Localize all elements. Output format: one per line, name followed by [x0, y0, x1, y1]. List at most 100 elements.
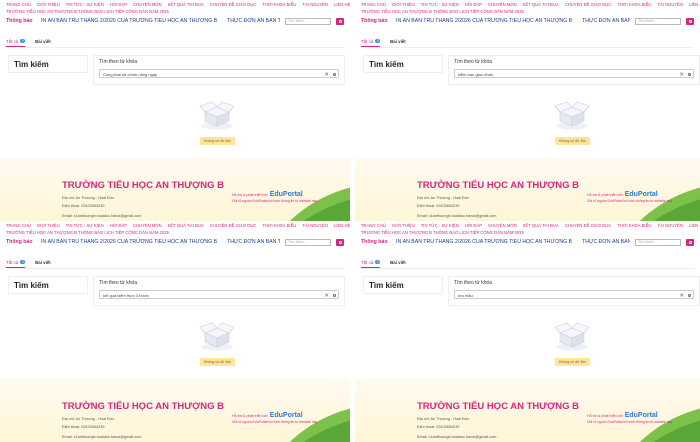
nav-link[interactable]: LIÊN HỆ: [334, 223, 350, 228]
keyword-label: Tìm theo từ khóa: [99, 280, 138, 286]
nav-news-link[interactable]: TRƯỜNG TIỂU HỌC AN THƯỢNG B THÔNG BÁO LỊ…: [361, 9, 524, 14]
tab-all[interactable]: Tất cả 0: [361, 257, 381, 268]
nav-link[interactable]: GIỚI THIỆU: [37, 223, 60, 228]
footer-address: Địa chỉ: An Thượng - Hoài Đức: [417, 196, 470, 200]
site-search-button[interactable]: [686, 238, 694, 246]
nav-link[interactable]: LIÊN HỆ: [689, 223, 700, 228]
search-icon[interactable]: [687, 72, 691, 76]
eduportal-logo[interactable]: EduPortal: [270, 191, 303, 198]
keyword-value: Công khai tài chính năng ngày: [103, 72, 158, 77]
site-search-input[interactable]: Tìm kiếm...: [285, 17, 331, 25]
site-search-input[interactable]: Tìm kiếm...: [635, 238, 681, 246]
search-icon[interactable]: [332, 293, 336, 297]
eduportal-logo[interactable]: EduPortal: [625, 412, 658, 419]
nav-link[interactable]: CHUYÊN MÔN: [488, 223, 517, 228]
announcement-item[interactable]: THỰC ĐƠN ĂN BÁN TRÚ THÁNG 1/2026 CỦA TRƯ: [227, 239, 280, 245]
keyword-input[interactable]: kiểm bàn giao nhận ✕: [454, 69, 694, 78]
nav-link[interactable]: TIN TỨC - SỰ KIỆN: [66, 2, 104, 7]
empty-box-illustration: [199, 322, 235, 351]
announcement-item[interactable]: THỰC ĐƠN ĂN BÁN TRÚ THÁNG 1/2026 CỦA TRƯ: [582, 239, 630, 245]
nav-link[interactable]: THỜI KHÓA BIỂU: [262, 2, 296, 7]
nav-link[interactable]: CHUYÊN ĐỀ GIÁO DỤC: [210, 223, 257, 228]
nav-link[interactable]: TÀI NGUYÊN: [302, 2, 328, 7]
search-heading: Tìm kiếm: [14, 60, 49, 69]
keyword-value: kiểm bàn giao nhận: [458, 72, 493, 77]
nav-link[interactable]: HỎI ĐÁP: [110, 2, 127, 7]
nav-link[interactable]: GIỚI THIỆU: [392, 223, 415, 228]
keyword-input[interactable]: lưu mẫu ✕: [454, 290, 694, 299]
clear-icon[interactable]: ✕: [324, 292, 329, 300]
nav-link[interactable]: CHUYÊN ĐỀ GIÁO DỤC: [210, 2, 257, 7]
screenshot-grid: TRANG CHỦ GIỚI THIỆU TIN TỨC - SỰ KIỆN HỎI …: [0, 0, 700, 442]
keyword-input[interactable]: Công khai tài chính năng ngày ✕: [99, 69, 339, 78]
nav-news-link[interactable]: TRƯỜNG TIỂU HỌC AN THƯỢNG B THÔNG BÁO LỊ…: [361, 230, 524, 235]
nav-link[interactable]: TÀI NGUYÊN: [657, 223, 683, 228]
announcement-item[interactable]: ÌN ĂN BÁN TRÚ THÁNG 2/2026 CỦA TRƯỜNG TI…: [41, 18, 217, 24]
site-search-input[interactable]: Tìm kiếm...: [285, 238, 331, 246]
tab-all[interactable]: Tất cả 0: [6, 36, 26, 47]
nav-link[interactable]: TRANG CHỦ: [361, 223, 386, 228]
site-search-button[interactable]: [336, 17, 344, 25]
empty-state-message: Không có dữ liệu: [555, 137, 591, 145]
site-search-input[interactable]: Tìm kiếm...: [635, 17, 681, 25]
nav-link[interactable]: HỎI ĐÁP: [110, 223, 127, 228]
tab-all[interactable]: Tất cả 0: [6, 257, 26, 268]
announcement-item[interactable]: ÌN ĂN BÁN TRÚ THÁNG 2/2026 CỦA TRƯỜNG TI…: [396, 18, 572, 24]
nav-link[interactable]: TRANG CHỦ: [6, 2, 31, 7]
site-footer: TRƯỜNG TIỂU HỌC AN THƯỢNG B Địa chỉ: An …: [355, 379, 700, 442]
nav-link[interactable]: THỜI KHÓA BIỂU: [262, 223, 296, 228]
nav-link[interactable]: TIN TỨC - SỰ KIỆN: [421, 223, 459, 228]
nav-link[interactable]: KẾT QUẢ THI ĐUA: [168, 2, 204, 7]
site-search-button[interactable]: [686, 17, 694, 25]
tab-all-count-badge: 0: [20, 39, 26, 43]
announcement-item[interactable]: ÌN ĂN BÁN TRÚ THÁNG 2/2026 CỦA TRƯỜNG TI…: [41, 239, 217, 245]
nav-link[interactable]: TÀI NGUYÊN: [657, 2, 683, 7]
nav-link[interactable]: TRANG CHỦ: [361, 2, 386, 7]
nav-link[interactable]: GIỚI THIỆU: [37, 2, 60, 7]
nav-link[interactable]: LIÊN HỆ: [334, 2, 350, 7]
nav-news-link[interactable]: TRƯỜNG TIỂU HỌC AN THƯỢNG B THÔNG BÁO LỊ…: [6, 9, 169, 14]
nav-link[interactable]: TÀI NGUYÊN: [302, 223, 328, 228]
nav-news-link[interactable]: TRƯỜNG TIỂU HỌC AN THƯỢNG B THÔNG BÁO LỊ…: [6, 230, 169, 235]
empty-box-illustration: [554, 101, 590, 130]
nav-link[interactable]: CHUYÊN ĐỀ GIÁO DỤC: [565, 2, 612, 7]
nav-link[interactable]: CHUYÊN MÔN: [488, 2, 517, 7]
announcement-item[interactable]: THỰC ĐƠN ĂN BÁN TRÚ THÁNG 1/2026 CỦA TRƯ: [227, 18, 280, 24]
tab-posts[interactable]: Bài viết: [35, 36, 51, 47]
nav-link[interactable]: KẾT QUẢ THI ĐUA: [523, 2, 559, 7]
nav-link[interactable]: CHUYÊN MÔN: [133, 2, 162, 7]
nav-link[interactable]: GIỚI THIỆU: [392, 2, 415, 7]
nav-link[interactable]: TIN TỨC - SỰ KIỆN: [66, 223, 104, 228]
eduportal-logo[interactable]: EduPortal: [270, 412, 303, 419]
tab-all-label: Tất cả: [361, 38, 374, 44]
nav-link[interactable]: CHUYÊN ĐỀ GIÁO DỤC: [565, 223, 612, 228]
nav-link[interactable]: THỜI KHÓA BIỂU: [617, 223, 651, 228]
announcement-label: Thông báo: [361, 18, 388, 24]
nav-link[interactable]: TRANG CHỦ: [6, 223, 31, 228]
nav-link[interactable]: LIÊN HỆ: [689, 2, 700, 7]
footer-school-name: TRƯỜNG TIỂU HỌC AN THƯỢNG B: [62, 401, 224, 412]
tab-posts[interactable]: Bài viết: [390, 257, 406, 268]
clear-icon[interactable]: ✕: [324, 71, 329, 79]
footer-email: Email: c1anthuongb.hoaiduc.hanoi@gmail.c…: [417, 435, 497, 439]
nav-link[interactable]: KẾT QUẢ THI ĐUA: [168, 223, 204, 228]
eduportal-logo[interactable]: EduPortal: [625, 191, 658, 198]
search-icon[interactable]: [332, 72, 336, 76]
tab-posts[interactable]: Bài viết: [35, 257, 51, 268]
announcement-item[interactable]: ÌN ĂN BÁN TRÚ THÁNG 2/2026 CỦA TRƯỜNG TI…: [396, 239, 572, 245]
nav-link[interactable]: THỜI KHÓA BIỂU: [617, 2, 651, 7]
tab-posts[interactable]: Bài viết: [390, 36, 406, 47]
keyword-label: Tìm theo từ khóa: [454, 59, 493, 65]
search-icon[interactable]: [687, 293, 691, 297]
clear-icon[interactable]: ✕: [679, 71, 684, 79]
nav-link[interactable]: CHUYÊN MÔN: [133, 223, 162, 228]
announcement-item[interactable]: THỰC ĐƠN ĂN BÁN TRÚ THÁNG 1/2026 CỦA TRƯ: [582, 18, 630, 24]
nav-link[interactable]: HỎI ĐÁP: [465, 2, 482, 7]
site-search-button[interactable]: [336, 238, 344, 246]
tab-all[interactable]: Tất cả 0: [361, 36, 381, 47]
nav-link[interactable]: KẾT QUẢ THI ĐUA: [523, 223, 559, 228]
nav-link[interactable]: HỎI ĐÁP: [465, 223, 482, 228]
keyword-input[interactable]: kết quả kiểm thực 3 bước ✕: [99, 290, 339, 299]
clear-icon[interactable]: ✕: [679, 292, 684, 300]
nav-link[interactable]: TIN TỨC - SỰ KIỆN: [421, 2, 459, 7]
